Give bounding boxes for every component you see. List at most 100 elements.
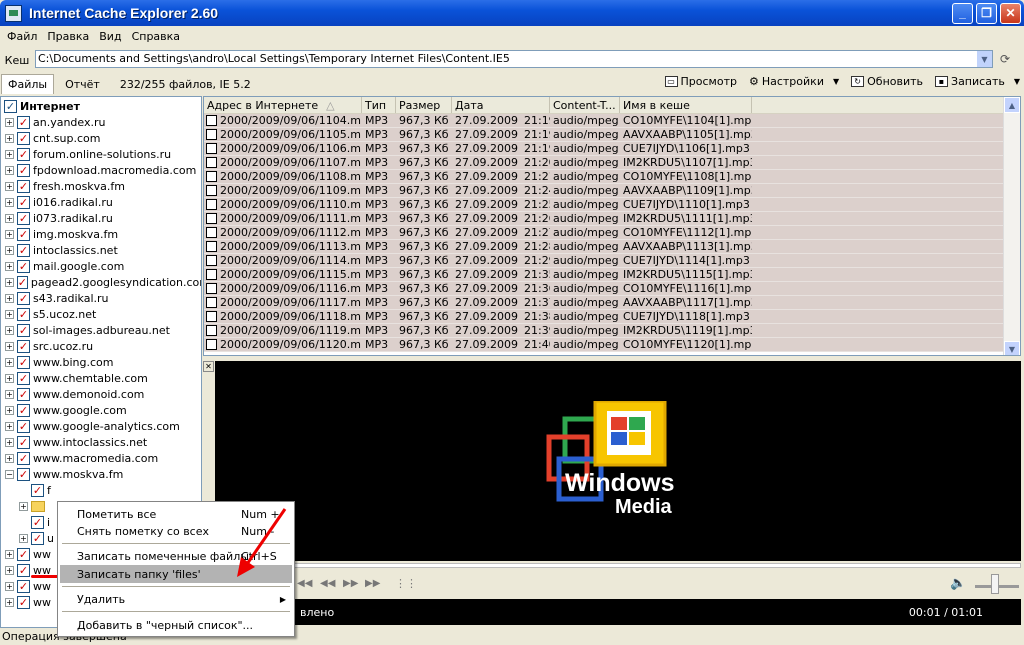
table-row[interactable]: 2000/2009/09/06/1108.mp3 MP3 967,3 Кб 27.09… [204,170,1020,184]
col-size[interactable]: Размер [396,97,452,113]
next-button[interactable]: ▶▶ [365,578,380,589]
ctx-save-marked[interactable]: Записать помеченные файлы Ctrl+S [60,547,292,565]
expand-icon[interactable]: + [5,389,14,399]
tree-item[interactable]: + ✓ forum.online-solutions.ru [1,146,201,162]
table-row[interactable]: 2000/2009/09/06/1117.mp3 MP3 967,3 Кб 27.09… [204,296,1020,310]
ctx-blacklist[interactable]: Добавить в "черный список"... [60,616,292,634]
expand-icon[interactable]: + [5,341,14,351]
tree-item[interactable]: + ✓ www.bing.com [1,354,201,370]
checkbox[interactable]: ✓ [17,419,30,433]
table-row[interactable]: 2000/2009/09/06/1106.mp3 MP3 967,3 Кб 27.09… [204,142,1020,156]
checkbox[interactable]: ✓ [17,179,30,193]
checkbox[interactable]: ✓ [17,339,30,353]
col-cache-name[interactable]: Имя в кеше [620,97,752,113]
checkbox[interactable]: ✓ [17,403,30,417]
checkbox[interactable]: ✓ [17,227,30,241]
prev-button[interactable]: ◀◀ [297,578,312,589]
table-row[interactable]: 2000/2009/09/06/1104.mp3 MP3 967,3 Кб 27.09… [204,114,1020,128]
tree-item[interactable]: + ✓ src.ucoz.ru [1,338,201,354]
checkbox[interactable]: ✓ [17,243,30,257]
tree-root[interactable]: ✓ Интернет [1,98,201,114]
checkbox[interactable] [206,339,217,350]
player-close-icon[interactable]: ✕ [203,361,214,372]
table-row[interactable]: 2000/2009/09/06/1113.mp3 MP3 967,3 Кб 27.09… [204,240,1020,254]
tree-item[interactable]: + ✓ i016.radikal.ru [1,194,201,210]
table-row[interactable]: 2000/2009/09/06/1119.mp3 MP3 967,3 Кб 27.09… [204,324,1020,338]
checkbox[interactable]: ✓ [17,435,30,449]
expand-icon[interactable]: + [5,581,14,591]
checkbox[interactable]: ✓ [17,371,30,385]
expand-icon[interactable]: + [5,309,14,319]
close-button[interactable]: ✕ [1000,2,1021,24]
menu-help[interactable]: Справка [127,30,185,43]
checkbox[interactable]: ✓ [17,563,30,577]
seek-bar[interactable] [215,563,1021,568]
vertical-scrollbar[interactable]: ▲ ▼ [1003,97,1020,355]
checkbox[interactable]: ✓ [17,547,30,561]
table-row[interactable]: 2000/2009/09/06/1111.mp3 MP3 967,3 Кб 27.09… [204,212,1020,226]
expand-icon[interactable]: + [5,325,14,335]
forward-button[interactable]: ▶▶ [343,578,358,589]
checkbox[interactable] [206,297,217,308]
minimize-button[interactable]: _ [952,2,973,24]
table-row[interactable]: 2000/2009/09/06/1110.mp3 MP3 967,3 Кб 27.09… [204,198,1020,212]
checkbox[interactable] [206,241,217,252]
expand-icon[interactable]: + [5,213,14,223]
expand-icon[interactable]: + [19,501,28,511]
tree-sub-item[interactable]: ✓ f [1,482,201,498]
expand-icon[interactable]: − [5,469,14,479]
expand-icon[interactable]: + [5,229,14,239]
checkbox[interactable] [206,311,217,322]
table-row[interactable]: 2000/2009/09/06/1112.mp3 MP3 967,3 Кб 27.09… [204,226,1020,240]
checkbox[interactable] [206,255,217,266]
expand-icon[interactable]: + [5,293,14,303]
ctx-mark-all[interactable]: Пометить все Num + [60,505,292,523]
checkbox[interactable] [206,213,217,224]
col-date[interactable]: Дата [452,97,550,113]
checkbox[interactable]: ✓ [17,291,30,305]
checkbox[interactable] [206,227,217,238]
checkbox[interactable]: ✓ [31,531,44,545]
checkbox[interactable]: ✓ [4,99,17,113]
save-button[interactable]: ▪ Записать ▼ [935,75,1020,88]
playlist-icon[interactable]: ⋮⋮ [395,577,417,590]
checkbox[interactable]: ✓ [31,515,44,529]
tree-item[interactable]: + ✓ s5.ucoz.net [1,306,201,322]
expand-icon[interactable]: + [5,117,14,127]
expand-icon[interactable]: + [5,133,14,143]
checkbox[interactable]: ✓ [17,195,30,209]
tab-files[interactable]: Файлы [1,74,55,94]
checkbox[interactable]: ✓ [17,131,30,145]
checkbox[interactable]: ✓ [17,115,30,129]
expand-icon[interactable]: + [5,421,14,431]
col-content-type[interactable]: Content-T... [550,97,620,113]
tree-item[interactable]: − ✓ www.moskva.fm [1,466,201,482]
checkbox[interactable] [206,283,217,294]
table-row[interactable]: 2000/2009/09/06/1114.mp3 MP3 967,3 Кб 27.09… [204,254,1020,268]
tree-item[interactable]: + ✓ www.demonoid.com [1,386,201,402]
expand-icon[interactable]: + [5,453,14,463]
table-row[interactable]: 2000/2009/09/06/1115.mp3 MP3 967,3 Кб 27.09… [204,268,1020,282]
tree-item[interactable]: + ✓ img.moskva.fm [1,226,201,242]
path-dropdown-button[interactable]: ▼ [977,51,992,67]
refresh-path-icon[interactable]: ⟳ [1000,52,1018,66]
checkbox[interactable] [206,115,217,126]
tree-item[interactable]: + ✓ sol-images.adbureau.net [1,322,201,338]
expand-icon[interactable]: + [5,373,14,383]
table-row[interactable]: 2000/2009/09/06/1120.mp3 MP3 967,3 Кб 27.09… [204,338,1020,352]
expand-icon[interactable]: + [5,357,14,367]
tree-item[interactable]: + ✓ www.macromedia.com [1,450,201,466]
checkbox[interactable]: ✓ [17,355,30,369]
checkbox[interactable] [206,129,217,140]
chevron-down-icon[interactable]: ▼ [1014,77,1020,86]
expand-icon[interactable]: + [5,277,14,287]
tree-item[interactable]: + ✓ intoclassics.net [1,242,201,258]
checkbox[interactable]: ✓ [17,259,30,273]
table-row[interactable]: 2000/2009/09/06/1105.mp3 MP3 967,3 Кб 27.09… [204,128,1020,142]
expand-icon[interactable]: + [5,165,14,175]
chevron-down-icon[interactable]: ▼ [833,77,839,86]
checkbox[interactable] [206,143,217,154]
tab-report[interactable]: Отчёт [55,74,110,94]
checkbox[interactable]: ✓ [31,483,44,497]
expand-icon[interactable]: + [5,245,14,255]
